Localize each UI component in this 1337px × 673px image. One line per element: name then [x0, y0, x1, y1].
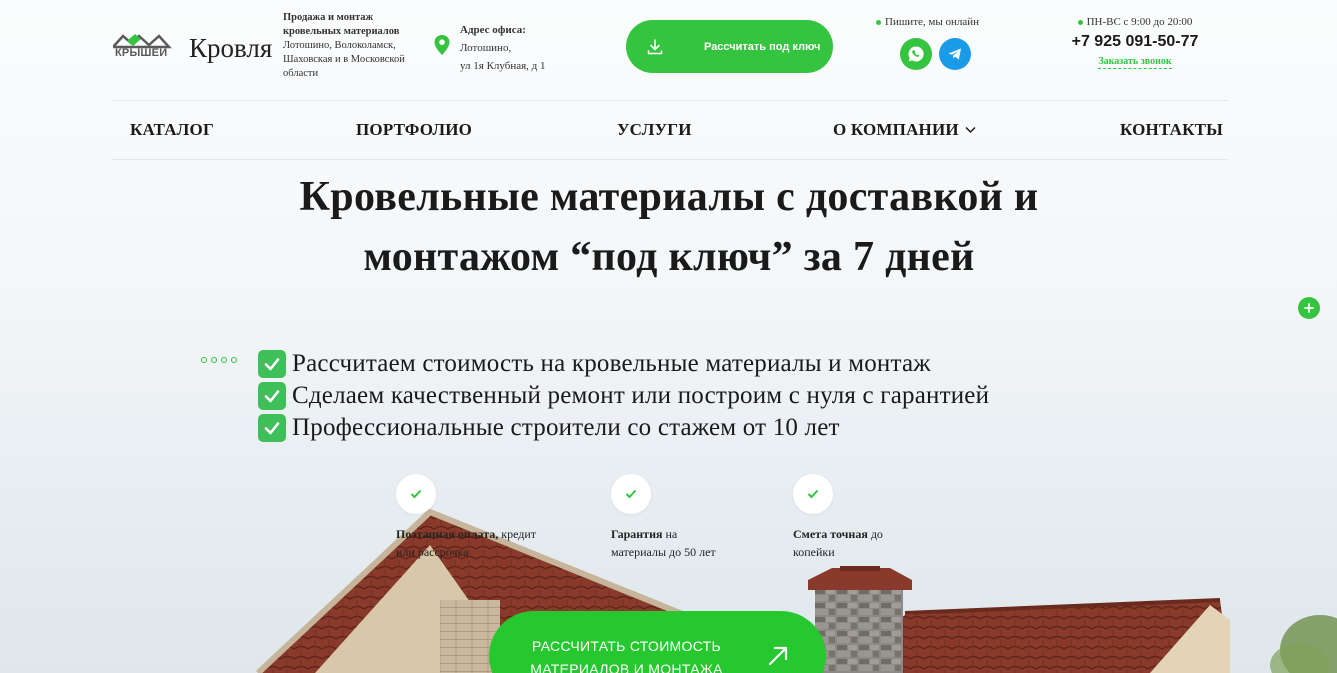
online-text: Пишите, мы онлайн: [885, 16, 980, 28]
feature-warranty-text-1: на: [662, 527, 678, 541]
feature-estimate-text-1: до: [867, 527, 883, 541]
cta-line-1: РАССЧИТАТЬ СТОИМОСТЬ: [532, 638, 721, 654]
site-logo[interactable]: КРЫШЕЙ Кровля: [113, 28, 278, 68]
benefit-text: Сделаем качественный ремонт или построим…: [292, 382, 990, 409]
hero-title-line-1: Кровельные материалы с доставкой и: [299, 174, 1039, 220]
nav-item-about-label: О КОМПАНИИ: [833, 120, 959, 139]
online-dot: [876, 19, 881, 25]
slider-dot[interactable]: [211, 357, 217, 363]
address-line-2: ул 1я Клубная, д 1: [460, 60, 546, 72]
feature-payment-text-1: кредит: [498, 527, 537, 541]
benefit-text: Профессиональные строители со стажем от …: [292, 414, 840, 441]
tagline-title: Продажа и монтаж кровельных материалов: [283, 12, 400, 37]
calculate-turnkey-button[interactable]: Рассчитать под ключ: [626, 20, 833, 73]
calculate-cost-label: РАССЧИТАТЬ СТОИМОСТЬ МАТЕРИАЛОВ И МОНТАЖ…: [489, 635, 764, 673]
main-navigation: КАТАЛОГ ПОРТФОЛИО УСЛУГИ О КОМПАНИИ КОНТ…: [111, 101, 1228, 159]
feature-check-icon: [793, 474, 833, 514]
slider-dot[interactable]: [231, 357, 237, 363]
arrow-up-right-icon: [768, 646, 788, 666]
hero-title-line-2: монтажом “под ключ” за 7 дней: [363, 234, 975, 280]
plus-icon: [1304, 303, 1314, 313]
feature-warranty-text-2: материалы до 50 лет: [611, 545, 716, 559]
request-callback-link[interactable]: Заказать звонок: [1098, 56, 1172, 69]
feature-warranty: Гарантия на материалы до 50 лет: [611, 525, 771, 561]
benefit-text: Рассчитаем стоимость на кровельные матер…: [292, 350, 931, 377]
feature-estimate-text-2: копейки: [793, 545, 835, 559]
check-mark-icon: [258, 350, 286, 378]
floating-plus-button[interactable]: [1298, 297, 1320, 319]
feature-estimate-bold: Смета точная: [793, 527, 868, 541]
benefit-item: Сделаем качественный ремонт или построим…: [258, 380, 989, 412]
feature-payment-bold: Поэтапная оплата,: [396, 527, 499, 541]
hours-dot: [1077, 19, 1083, 25]
address-title: Адрес офиса:: [460, 24, 526, 36]
logo-word: Кровля: [189, 32, 273, 63]
nav-divider: [111, 159, 1228, 160]
slider-dots: [201, 357, 241, 363]
logo-mark: КРЫШЕЙ: [113, 33, 175, 63]
company-tagline: Продажа и монтаж кровельных материалов Л…: [283, 11, 423, 81]
nav-item-about[interactable]: О КОМПАНИИ: [833, 120, 976, 140]
feature-warranty-bold: Гарантия: [611, 527, 663, 541]
messenger-block: Пишите, мы онлайн: [876, 16, 991, 70]
benefit-item: Рассчитаем стоимость на кровельные матер…: [258, 348, 989, 380]
telegram-button[interactable]: [939, 38, 971, 70]
check-mark-icon: [258, 414, 286, 442]
location-pin-icon: [434, 35, 450, 55]
site-header: КРЫШЕЙ Кровля Продажа и монтаж кровельны…: [0, 0, 1337, 100]
chevron-down-icon: [965, 126, 976, 134]
whatsapp-icon: [908, 46, 924, 62]
feature-payment: Поэтапная оплата, кредит или рассрочка: [396, 525, 576, 561]
address-line-1: Лотошино,: [460, 42, 512, 54]
slider-dot[interactable]: [201, 357, 207, 363]
nav-item-catalog[interactable]: КАТАЛОГ: [130, 120, 214, 140]
office-address: Адрес офиса: Лотошино, ул 1я Клубная, д …: [434, 21, 604, 75]
online-status: Пишите, мы онлайн: [876, 16, 991, 28]
nav-item-portfolio[interactable]: ПОРТФОЛИО: [356, 120, 472, 140]
working-hours-text: ПН-ВС с 9:00 до 20:00: [1086, 16, 1193, 28]
cta-line-2: МАТЕРИАЛОВ И МОНТАЖА: [530, 661, 723, 673]
feature-estimate: Смета точная до копейки: [793, 525, 933, 561]
benefit-item: Профессиональные строители со стажем от …: [258, 412, 989, 444]
feature-check-icon: [611, 474, 651, 514]
benefits-list: Рассчитаем стоимость на кровельные матер…: [258, 348, 989, 444]
tagline-text: Лотошино, Волоколамск, Шаховская и в Мос…: [283, 40, 405, 79]
calculate-cost-button[interactable]: РАССЧИТАТЬ СТОИМОСТЬ МАТЕРИАЛОВ И МОНТАЖ…: [489, 611, 826, 673]
working-hours: ПН-ВС с 9:00 до 20:00: [1060, 16, 1210, 28]
nav-item-services[interactable]: УСЛУГИ: [617, 120, 692, 140]
slider-dot[interactable]: [221, 357, 227, 363]
download-icon: [647, 38, 663, 54]
phone-link[interactable]: +7 925 091-50-77: [1060, 33, 1210, 51]
telegram-icon: [948, 48, 961, 60]
contact-block: ПН-ВС с 9:00 до 20:00 +7 925 091-50-77 З…: [1060, 16, 1210, 69]
feature-check-icon: [396, 474, 436, 514]
feature-payment-text-2: или рассрочка: [396, 545, 469, 559]
calculate-turnkey-label: Рассчитать под ключ: [704, 40, 821, 53]
hero-title: Кровельные материалы с доставкой и монта…: [169, 167, 1169, 287]
whatsapp-button[interactable]: [900, 38, 932, 70]
check-mark-icon: [258, 382, 286, 410]
logo-mark-text: КРЫШЕЙ: [115, 47, 168, 59]
nav-item-contacts[interactable]: КОНТАКТЫ: [1120, 120, 1223, 140]
